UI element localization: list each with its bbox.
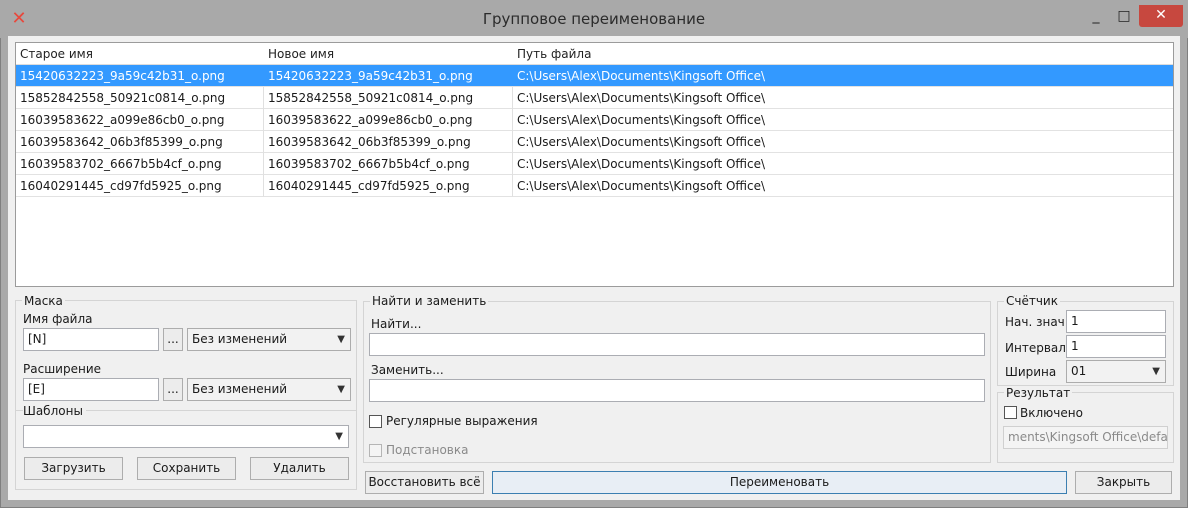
rename-button[interactable]: Переименовать [492, 471, 1067, 494]
cell-file-path: C:\Users\Alex\Documents\Kingsoft Office\ [517, 69, 766, 83]
cell-new-name: 16039583702_6667b5b4cf_o.png [268, 157, 470, 171]
cell-new-name: 16040291445_cd97fd5925_o.png [268, 179, 470, 193]
substitution-checkbox[interactable] [369, 444, 382, 457]
column-separator [263, 87, 264, 109]
regex-checkbox[interactable] [369, 415, 382, 428]
files-table[interactable]: Старое имя Новое имя Путь файла 15420632… [15, 42, 1174, 287]
templates-select[interactable]: ▼ [23, 425, 349, 448]
extension-mask-menu-button[interactable]: ... [163, 378, 183, 401]
extension-case-value: Без изменений [192, 382, 288, 396]
table-row[interactable]: 15420632223_9a59c42b31_o.png 15420632223_… [16, 65, 1173, 87]
column-header-file-path[interactable]: Путь файла [513, 43, 913, 65]
result-title: Результат [1004, 386, 1073, 400]
counter-title: Счётчик [1004, 294, 1060, 308]
result-enabled-label: Включено [1020, 406, 1083, 420]
cell-old-name: 15852842558_50921c0814_o.png [20, 91, 226, 105]
maximize-button[interactable]: □ [1110, 6, 1138, 28]
filename-mask-menu-button[interactable]: ... [163, 328, 183, 351]
filename-case-select[interactable]: Без изменений ▼ [187, 328, 351, 351]
find-label: Найти... [371, 317, 422, 331]
cell-new-name: 16039583642_06b3f85399_o.png [268, 135, 471, 149]
cell-old-name: 15420632223_9a59c42b31_o.png [20, 69, 225, 83]
column-separator [263, 131, 264, 153]
mask-group-title: Маска [22, 294, 65, 308]
cell-new-name: 16039583622_a099e86cb0_o.png [268, 113, 473, 127]
column-separator [263, 175, 264, 197]
start-value-label: Нач. знач. [1005, 315, 1069, 329]
cell-file-path: C:\Users\Alex\Documents\Kingsoft Office\ [517, 135, 766, 149]
cell-file-path: C:\Users\Alex\Documents\Kingsoft Office\ [517, 179, 766, 193]
close-button[interactable]: Закрыть [1075, 471, 1172, 494]
column-separator [512, 131, 513, 153]
start-value-input[interactable]: 1 [1066, 310, 1166, 333]
interval-label: Интервал [1005, 341, 1066, 355]
cell-old-name: 16039583642_06b3f85399_o.png [20, 135, 223, 149]
cell-old-name: 16039583702_6667b5b4cf_o.png [20, 157, 222, 171]
extension-label: Расширение [23, 362, 101, 376]
replace-input[interactable] [369, 379, 985, 402]
filename-label: Имя файла [23, 312, 93, 326]
templates-title: Шаблоны [23, 404, 86, 418]
table-row[interactable]: 16039583702_6667b5b4cf_o.png 16039583702_… [16, 153, 1173, 175]
regex-label: Регулярные выражения [386, 414, 538, 428]
chevron-down-icon: ▼ [337, 384, 345, 395]
cell-file-path: C:\Users\Alex\Documents\Kingsoft Office\ [517, 157, 766, 171]
extension-case-select[interactable]: Без изменений ▼ [187, 378, 351, 401]
chevron-down-icon: ▼ [335, 431, 343, 442]
result-enabled-checkbox[interactable] [1004, 406, 1017, 419]
delete-template-button[interactable]: Удалить [250, 457, 349, 480]
save-template-button[interactable]: Сохранить [137, 457, 236, 480]
column-separator [512, 175, 513, 197]
interval-input[interactable]: 1 [1066, 335, 1166, 358]
find-input[interactable] [369, 333, 985, 356]
extension-mask-input[interactable]: [E] [23, 378, 159, 401]
column-header-old-name[interactable]: Старое имя [16, 43, 264, 65]
chevron-down-icon: ▼ [337, 334, 345, 345]
cell-file-path: C:\Users\Alex\Documents\Kingsoft Office\ [517, 113, 766, 127]
filename-mask-input[interactable]: [N] [23, 328, 159, 351]
substitution-label: Подстановка [386, 443, 469, 457]
window-title: Групповое переименование [482, 10, 706, 28]
cell-new-name: 15852842558_50921c0814_o.png [268, 91, 474, 105]
width-select[interactable]: 01 ▼ [1066, 360, 1166, 383]
column-separator [263, 109, 264, 131]
column-separator [512, 153, 513, 175]
cell-file-path: C:\Users\Alex\Documents\Kingsoft Office\ [517, 91, 766, 105]
table-row[interactable]: 16040291445_cd97fd5925_o.png 16040291445_… [16, 175, 1173, 197]
width-value: 01 [1071, 364, 1087, 378]
column-separator [512, 109, 513, 131]
table-row[interactable]: 16039583642_06b3f85399_o.png 16039583642_… [16, 131, 1173, 153]
cell-old-name: 16040291445_cd97fd5925_o.png [20, 179, 222, 193]
cell-old-name: 16039583622_a099e86cb0_o.png [20, 113, 225, 127]
column-separator [263, 153, 264, 175]
table-header: Старое имя Новое имя Путь файла [16, 43, 1173, 65]
find-replace-title: Найти и заменить [370, 294, 489, 308]
restore-all-button[interactable]: Восстановить всё [365, 471, 484, 494]
column-header-new-name[interactable]: Новое имя [264, 43, 513, 65]
replace-label: Заменить... [371, 363, 444, 377]
close-window-button[interactable]: ✕ [1139, 5, 1183, 27]
table-row[interactable]: 16039583622_a099e86cb0_o.png 16039583622_… [16, 109, 1173, 131]
table-row[interactable]: 15852842558_50921c0814_o.png 15852842558_… [16, 87, 1173, 109]
result-path-field[interactable]: ments\Kingsoft Office\default [1003, 426, 1168, 449]
cell-new-name: 15420632223_9a59c42b31_o.png [268, 69, 473, 83]
column-separator [512, 87, 513, 109]
filename-case-value: Без изменений [192, 332, 288, 346]
chevron-down-icon: ▼ [1152, 366, 1160, 377]
load-template-button[interactable]: Загрузить [24, 457, 123, 480]
minimize-button[interactable]: _ [1082, 6, 1110, 28]
width-label: Ширина [1005, 365, 1057, 379]
